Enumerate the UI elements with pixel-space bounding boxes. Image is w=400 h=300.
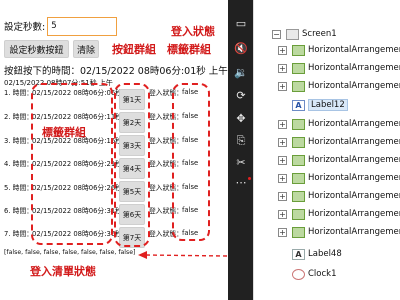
set-seconds-button[interactable]: 設定秒數按鈕 bbox=[4, 40, 69, 58]
annotation-arrow bbox=[138, 251, 228, 259]
horizontal-arrangement-icon bbox=[292, 118, 305, 130]
tree-item-label: HorizontalArrangemen bbox=[308, 227, 400, 237]
time-row-label: 4. 時間： bbox=[4, 160, 34, 168]
time-row-label: 3. 時間： bbox=[4, 137, 34, 145]
copy-icon[interactable]: ⎘ bbox=[234, 134, 248, 148]
tree-item-arrangement[interactable]: + HorizontalArrangemen bbox=[278, 41, 400, 59]
expand-icon[interactable]: + bbox=[278, 119, 287, 129]
expand-icon[interactable]: + bbox=[278, 137, 287, 147]
horizontal-arrangement-icon bbox=[292, 80, 305, 92]
tree-item-arrangement[interactable]: + HorizontalArrangemen bbox=[278, 205, 400, 223]
label-group-annotation: 標籤群組 bbox=[167, 43, 211, 56]
horizontal-arrangement-icon bbox=[292, 172, 305, 184]
notification-dot bbox=[248, 177, 251, 180]
horizontal-arrangement-icon bbox=[292, 154, 305, 166]
press-time-label: 按鈕按下的時間：02/15/2022 08時06分:01秒 上午 bbox=[4, 66, 228, 77]
rotate-icon[interactable]: ⟳ bbox=[234, 89, 248, 103]
expand-icon[interactable]: + bbox=[278, 155, 287, 165]
login-list-state-label: [false, false, false, false, false, fals… bbox=[4, 249, 136, 256]
expand-icon[interactable]: + bbox=[278, 191, 287, 201]
tree-item-label: Label12 bbox=[308, 99, 348, 111]
tree-item-label: Screen1 bbox=[302, 29, 337, 39]
horizontal-arrangement-icon bbox=[292, 208, 305, 220]
label-icon: A bbox=[292, 248, 305, 260]
app-viewer: 設定秒數: 5 設定秒數按鈕 清除 按鈕按下的時間：02/15/2022 08時… bbox=[0, 0, 228, 300]
tree-item-arrangement[interactable]: + HorizontalArrangemen bbox=[278, 59, 400, 77]
device-toolbar: ▭ 🔇 🔉 ⟳ ✥ ⎘ ✂ ⋯ bbox=[228, 0, 253, 300]
tree-item-label: HorizontalArrangemen bbox=[308, 155, 400, 165]
login-state-outline bbox=[172, 83, 210, 241]
tree-item-label12[interactable]: A Label12 bbox=[292, 96, 348, 114]
login-state-annotation: 登入狀態 bbox=[171, 25, 215, 38]
tree-item-arrangement[interactable]: + HorizontalArrangemen bbox=[278, 169, 400, 187]
button-group-outline bbox=[114, 83, 150, 247]
tree-item-label48[interactable]: A Label48 bbox=[292, 245, 342, 263]
expand-icon[interactable]: + bbox=[278, 45, 287, 55]
label-group-inner-annotation: 標籤群組 bbox=[42, 126, 86, 139]
scissors-icon[interactable]: ✂ bbox=[234, 156, 248, 170]
horizontal-arrangement-icon bbox=[292, 44, 305, 56]
seconds-row: 設定秒數: 5 bbox=[4, 15, 118, 37]
time-row-label: 7. 時間： bbox=[4, 230, 34, 238]
tree-item-label: HorizontalArrangemen bbox=[308, 63, 400, 73]
clear-button[interactable]: 清除 bbox=[73, 40, 99, 58]
horizontal-arrangement-icon bbox=[292, 190, 305, 202]
label-icon: A bbox=[292, 99, 305, 111]
tree-item-arrangement[interactable]: + HorizontalArrangemen bbox=[278, 151, 400, 169]
tree-item-arrangement[interactable]: + HorizontalArrangemen bbox=[278, 187, 400, 205]
tree-item-label: HorizontalArrangemen bbox=[308, 173, 400, 183]
expand-icon[interactable]: + bbox=[278, 173, 287, 183]
expand-icon[interactable]: + bbox=[278, 81, 287, 91]
collapse-icon[interactable]: − bbox=[272, 29, 281, 39]
tree-item-label: HorizontalArrangemen bbox=[308, 137, 400, 147]
time-row-label: 6. 時間： bbox=[4, 207, 34, 215]
more-icon[interactable]: ⋯ bbox=[234, 176, 248, 190]
tree-item-arrangement[interactable]: + HorizontalArrangemen bbox=[278, 133, 400, 151]
clock-icon bbox=[292, 268, 305, 280]
button-group-annotation: 按鈕群組 bbox=[112, 43, 156, 56]
tree-item-label: Clock1 bbox=[308, 269, 337, 279]
expand-icon[interactable]: + bbox=[278, 227, 287, 237]
tree-item-label: HorizontalArrangemen bbox=[308, 191, 400, 201]
tree-item-arrangement[interactable]: + HorizontalArrangemen bbox=[278, 223, 400, 241]
horizontal-arrangement-icon bbox=[292, 226, 305, 238]
expand-icon[interactable]: + bbox=[278, 63, 287, 73]
volume-mute-icon[interactable]: 🔇 bbox=[234, 42, 248, 56]
component-tree: − Screen1 + HorizontalArrangemen + Horizon… bbox=[253, 0, 400, 300]
tree-item-label: HorizontalArrangemen bbox=[308, 45, 400, 55]
label-group-outline bbox=[31, 83, 113, 245]
horizontal-arrangement-icon bbox=[292, 136, 305, 148]
time-row-label: 5. 時間： bbox=[4, 184, 34, 192]
seconds-label: 設定秒數: bbox=[4, 22, 46, 33]
time-row-label: 1. 時間： bbox=[4, 89, 34, 97]
tree-item-arrangement[interactable]: + HorizontalArrangemen bbox=[278, 115, 400, 133]
time-row-label: 2. 時間： bbox=[4, 113, 34, 121]
horizontal-arrangement-icon bbox=[292, 62, 305, 74]
expand-icon[interactable]: + bbox=[278, 209, 287, 219]
list-state-annotation: 登入清單狀態 bbox=[30, 265, 96, 278]
screen-icon bbox=[286, 28, 299, 40]
tree-item-label: HorizontalArrangemen bbox=[308, 119, 400, 129]
tree-item-clock1[interactable]: Clock1 bbox=[292, 265, 337, 283]
seconds-input[interactable]: 5 bbox=[47, 16, 118, 36]
pan-icon[interactable]: ✥ bbox=[234, 112, 248, 126]
tree-item-arrangement[interactable]: + HorizontalArrangemen bbox=[278, 77, 400, 95]
tree-item-label: HorizontalArrangemen bbox=[308, 209, 400, 219]
tree-item-label: Label48 bbox=[308, 249, 342, 259]
tree-item-label: HorizontalArrangemen bbox=[308, 81, 400, 91]
volume-low-icon[interactable]: 🔉 bbox=[234, 66, 248, 80]
tablet-icon[interactable]: ▭ bbox=[234, 17, 248, 31]
